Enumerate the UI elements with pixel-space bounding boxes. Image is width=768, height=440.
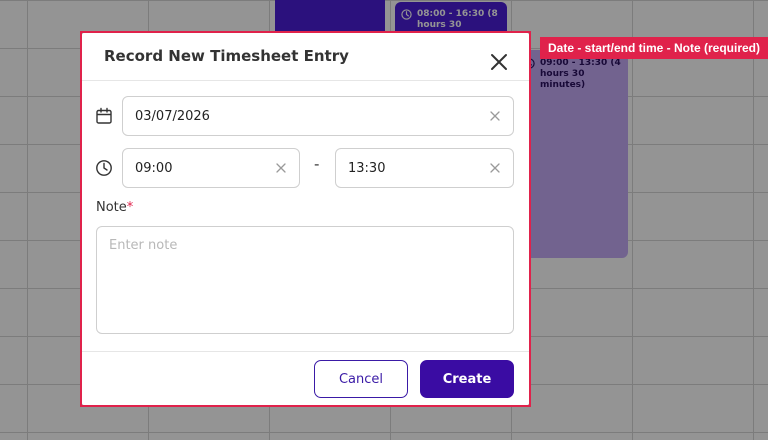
timesheet-entry-dialog: Record New Timesheet Entry 03/07/2026 09… [82, 33, 529, 405]
required-marker: * [126, 200, 134, 215]
dialog-highlight: Record New Timesheet Entry 03/07/2026 09… [80, 31, 531, 407]
note-textarea[interactable] [96, 226, 514, 334]
end-time-field[interactable] [335, 148, 514, 188]
clear-start-time-icon[interactable] [274, 161, 288, 175]
note-label-text: Note [96, 200, 127, 215]
close-icon[interactable] [488, 51, 510, 73]
annotation-tag: Date - start/end time - Note (required) [540, 37, 768, 59]
start-time-field[interactable] [122, 148, 300, 188]
dialog-title: Record New Timesheet Entry [104, 47, 349, 65]
header-divider [82, 80, 529, 81]
date-field[interactable] [122, 96, 514, 136]
create-button[interactable]: Create [420, 360, 514, 398]
clock-icon [96, 160, 112, 176]
time-range-separator: - [314, 155, 320, 173]
note-label: Note* [96, 200, 133, 215]
cancel-button[interactable]: Cancel [314, 360, 408, 398]
footer-divider [82, 351, 529, 352]
clear-end-time-icon[interactable] [488, 161, 502, 175]
end-time-input[interactable] [348, 149, 478, 187]
calendar-icon [96, 107, 112, 124]
start-time-input[interactable] [135, 149, 265, 187]
date-input[interactable] [135, 97, 475, 135]
clear-date-icon[interactable] [488, 109, 502, 123]
